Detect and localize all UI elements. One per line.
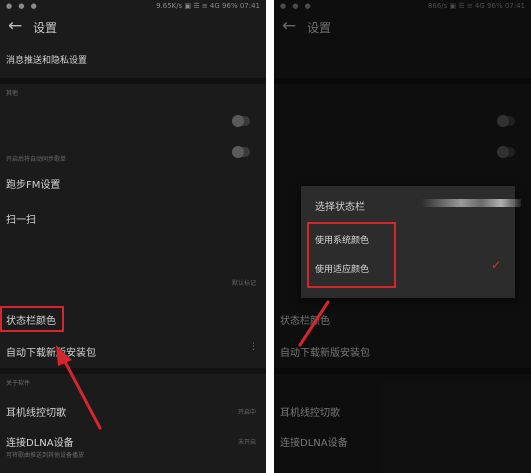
settings-screen-right: ● ● ● 866/s ▣ ☰ ≡ 4G 96% 07:41 ← 设置 状态栏颜… [274, 0, 531, 473]
red-arrow-annotation [298, 300, 330, 347]
red-arrow-annotation [56, 345, 102, 430]
settings-screen-left: ● ● ● 9.65K/s ▣ ☰ ≡ 4G 96% 07:41 ← 设置 消息… [0, 0, 266, 473]
